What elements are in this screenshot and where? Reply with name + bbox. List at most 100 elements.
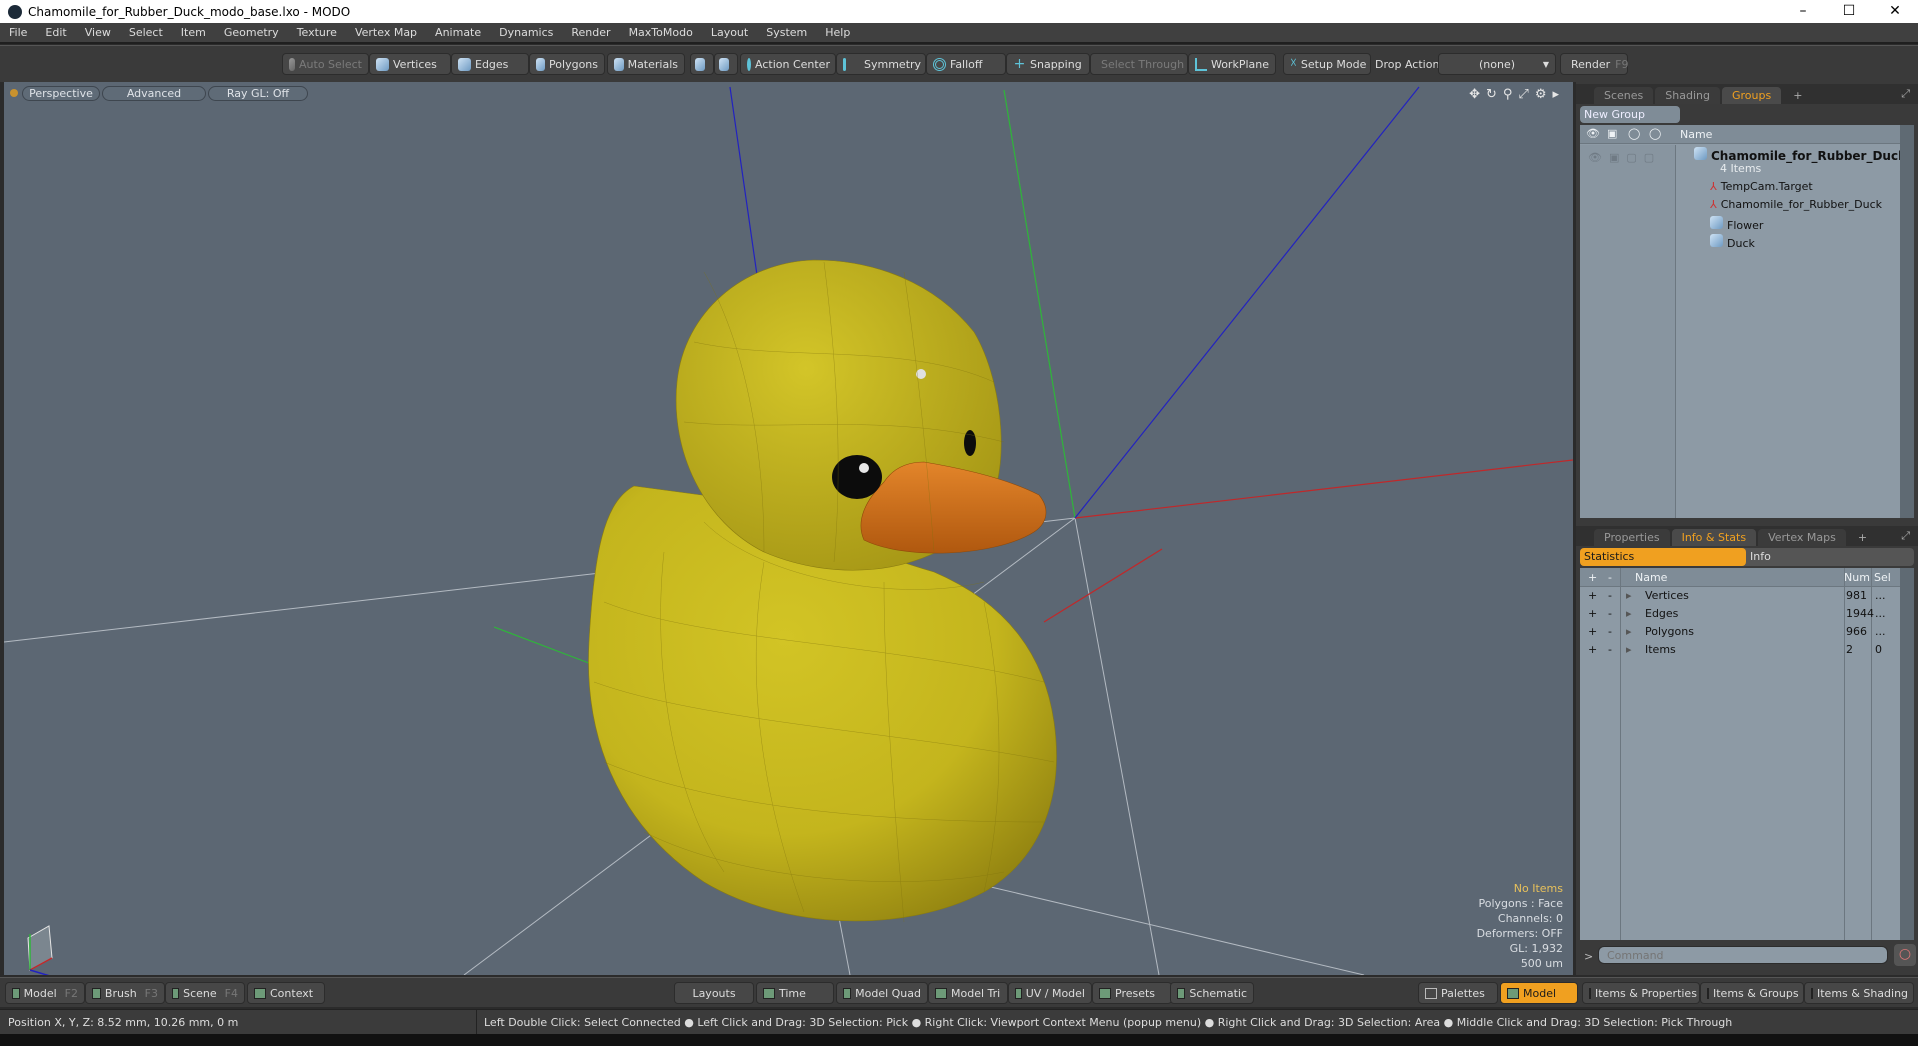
locator-x-line <box>1043 548 1163 623</box>
tab-model-active[interactable]: Model <box>1500 982 1578 1004</box>
expand-arrow-icon[interactable]: ▸ <box>1626 589 1632 602</box>
layout-icon <box>172 987 180 999</box>
group-item-row[interactable]: ⅄ TempCam.Target <box>1710 180 1813 198</box>
groups-scrollbar[interactable] <box>1900 125 1914 518</box>
tab-items-groups[interactable]: Items & Groups <box>1700 982 1804 1004</box>
layout-icon <box>1177 987 1186 999</box>
select-mode-button-1[interactable] <box>690 53 714 75</box>
rubber-duck-model[interactable] <box>588 259 1057 923</box>
item-mode-alt-icon <box>719 57 729 71</box>
vertices-button[interactable]: Vertices <box>369 53 451 75</box>
setup-mode-button[interactable]: ☓ Setup Mode <box>1283 53 1371 75</box>
tab-time-layout[interactable]: Time <box>756 982 834 1004</box>
menu-animate[interactable]: Animate <box>426 26 490 39</box>
expand-plus-button[interactable]: + <box>1588 607 1597 620</box>
tab-items-shading[interactable]: Items & Shading <box>1804 982 1914 1004</box>
group-item-row[interactable]: ⅄ Chamomile_for_Rubber_Duck <box>1710 198 1882 216</box>
expand-plus-button[interactable]: + <box>1588 589 1597 602</box>
collapse-minus-button[interactable]: - <box>1608 643 1612 656</box>
right-panel: Scenes Shading Groups + ⤢ New Group 👁 ▣ … <box>1576 82 1918 975</box>
collapse-minus-button[interactable]: - <box>1608 625 1612 638</box>
falloff-button[interactable]: Falloff <box>926 53 1006 75</box>
menu-file[interactable]: File <box>0 26 36 39</box>
tab-groups[interactable]: Groups <box>1721 87 1782 104</box>
menu-maxtomodo[interactable]: MaxToModo <box>620 26 702 39</box>
menu-layout[interactable]: Layout <box>702 26 757 39</box>
group-item-row[interactable]: Flower <box>1710 216 1763 234</box>
menu-render[interactable]: Render <box>562 26 619 39</box>
menu-help[interactable]: Help <box>816 26 859 39</box>
tab-scenes[interactable]: Scenes <box>1594 87 1654 104</box>
tab-model-quad-layout[interactable]: Model Quad <box>836 982 928 1004</box>
tab-schematic-layout[interactable]: Schematic <box>1170 982 1254 1004</box>
record-macro-icon[interactable]: ○ <box>1894 944 1916 966</box>
stats-row[interactable]: + - ▸ Polygons 966... <box>1580 625 1900 643</box>
tab-brush-layout[interactable]: Brush F3 <box>85 982 165 1004</box>
menu-texture[interactable]: Texture <box>288 26 346 39</box>
stats-scrollbar[interactable] <box>1900 568 1914 940</box>
maximize-button[interactable]: ☐ <box>1826 0 1872 23</box>
palettes-button[interactable]: Palettes <box>1418 982 1498 1004</box>
3d-viewport[interactable]: Perspective Advanced Ray GL: Off ✥ ↻ ⚲ ⤢… <box>0 82 1573 975</box>
stats-row[interactable]: + - ▸ Items 2 0 <box>1580 643 1900 661</box>
tab-shading[interactable]: Shading <box>1655 87 1720 104</box>
tab-context-layout[interactable]: Context <box>247 982 325 1004</box>
symmetry-button[interactable]: Symmetry <box>836 53 926 75</box>
tab-items-properties[interactable]: Items & Properties <box>1582 982 1700 1004</box>
new-group-button[interactable]: New Group <box>1580 106 1680 123</box>
render-button[interactable]: Render F9 <box>1560 53 1629 75</box>
tab-model-tri-layout[interactable]: Model Tri <box>928 982 1008 1004</box>
expand-panel-icon[interactable]: ⤢ <box>1901 87 1910 101</box>
group-item-row[interactable]: Duck <box>1710 234 1755 252</box>
tab-properties[interactable]: Properties <box>1594 529 1670 546</box>
drop-action-select[interactable]: (none) ▼ <box>1438 53 1556 75</box>
add-tab-button[interactable]: + <box>1783 87 1812 104</box>
menu-geometry[interactable]: Geometry <box>215 26 288 39</box>
tab-uv-model-layout[interactable]: UV / Model <box>1008 982 1092 1004</box>
collapse-minus-button[interactable]: - <box>1608 607 1612 620</box>
expand-panel-icon[interactable]: ⤢ <box>1901 529 1910 543</box>
edges-button[interactable]: Edges <box>451 53 529 75</box>
workplane-button[interactable]: WorkPlane <box>1188 53 1276 75</box>
add-tab-button[interactable]: + <box>1848 529 1877 546</box>
tab-presets-layout[interactable]: Presets <box>1092 982 1172 1004</box>
select-mode-button-2[interactable] <box>714 53 738 75</box>
menu-select[interactable]: Select <box>120 26 172 39</box>
menu-vertex-map[interactable]: Vertex Map <box>346 26 426 39</box>
collapse-minus-button[interactable]: - <box>1608 589 1612 602</box>
group-visibility-toggle[interactable]: 👁 ▣ ▢ ▢ <box>1588 151 1654 169</box>
expand-plus-button[interactable]: + <box>1588 625 1597 638</box>
z-axis-line <box>1074 86 1420 519</box>
expand-arrow-icon[interactable]: ▸ <box>1626 625 1632 638</box>
close-button[interactable]: ✕ <box>1872 0 1918 23</box>
tab-model-layout[interactable]: Model F2 <box>5 982 85 1004</box>
menu-edit[interactable]: Edit <box>36 26 75 39</box>
command-input[interactable] <box>1598 946 1888 964</box>
tab-vertex-maps[interactable]: Vertex Maps <box>1758 529 1846 546</box>
menu-system[interactable]: System <box>757 26 816 39</box>
minimize-button[interactable]: – <box>1780 0 1826 23</box>
layout-icon <box>1707 987 1709 999</box>
subtab-statistics[interactable]: Statistics <box>1580 548 1746 566</box>
layouts-button[interactable]: Layouts <box>674 982 754 1004</box>
auto-select-button[interactable]: Auto Select <box>282 53 369 75</box>
expand-plus-button[interactable]: + <box>1588 643 1597 656</box>
snapping-button[interactable]: + Snapping <box>1006 53 1090 75</box>
stats-row[interactable]: + - ▸ Vertices 981... <box>1580 589 1900 607</box>
action-center-button[interactable]: Action Center <box>740 53 836 75</box>
tab-info-stats[interactable]: Info & Stats <box>1671 529 1757 546</box>
subtab-info[interactable]: Info <box>1750 548 1771 566</box>
select-through-button[interactable]: Select Through <box>1090 53 1188 75</box>
stats-row[interactable]: + - ▸ Edges 1944... <box>1580 607 1900 625</box>
menu-view[interactable]: View <box>76 26 120 39</box>
menu-dynamics[interactable]: Dynamics <box>490 26 562 39</box>
falloff-icon <box>933 57 946 71</box>
tab-scene-layout[interactable]: Scene F4 <box>165 982 245 1004</box>
layout-icon <box>254 987 266 999</box>
expand-arrow-icon[interactable]: ▸ <box>1626 607 1632 620</box>
menu-item[interactable]: Item <box>172 26 215 39</box>
materials-button[interactable]: Materials <box>607 53 685 75</box>
layout-icon <box>763 987 775 999</box>
expand-arrow-icon[interactable]: ▸ <box>1626 643 1632 656</box>
polygons-button[interactable]: Polygons <box>529 53 605 75</box>
